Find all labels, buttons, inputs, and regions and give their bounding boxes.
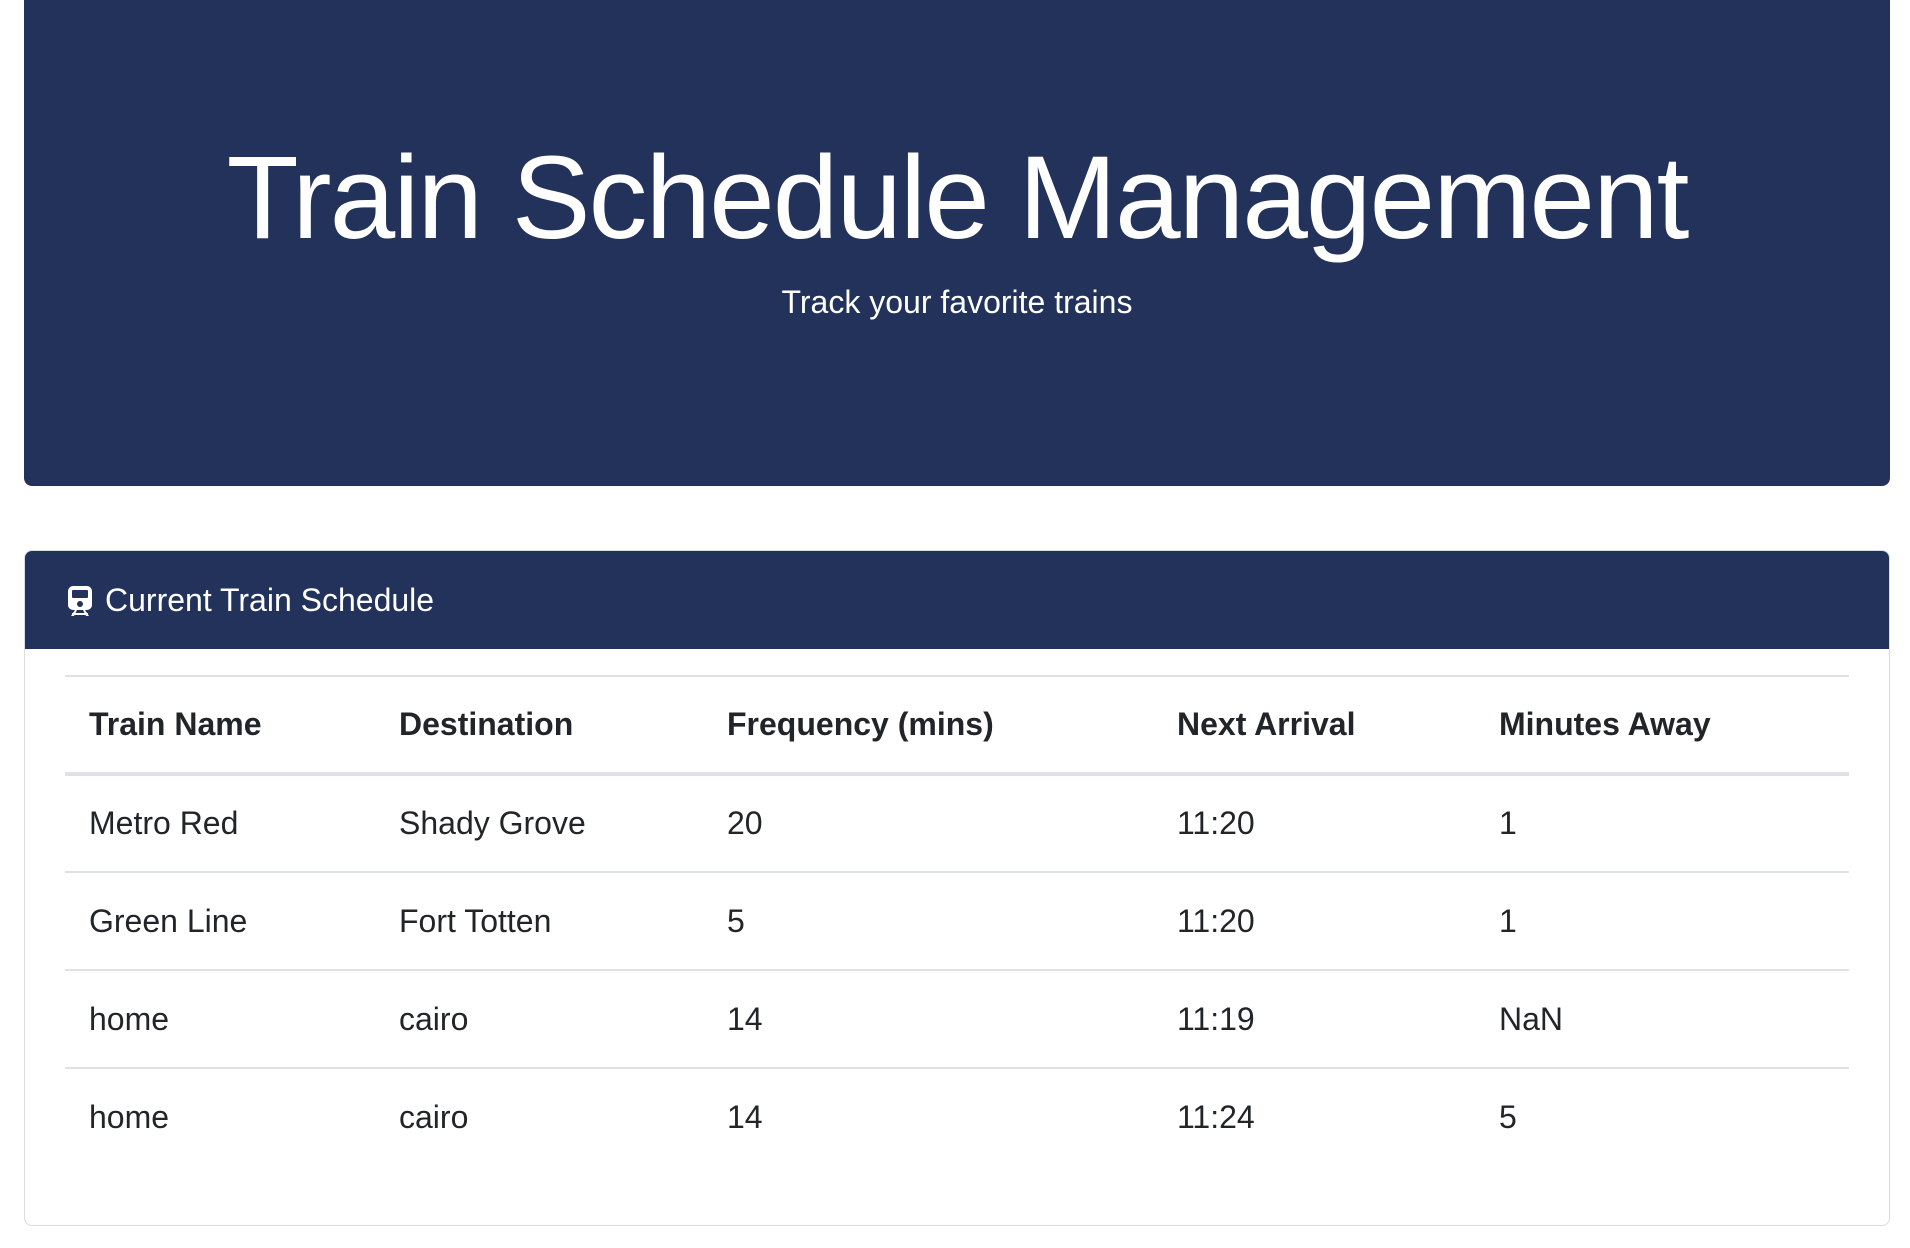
cell-next-arrival: 11:20 bbox=[1177, 902, 1255, 939]
cell-destination: Shady Grove bbox=[399, 805, 586, 841]
cell-minutes-away: 5 bbox=[1499, 1099, 1517, 1135]
page-subtitle: Track your favorite trains bbox=[781, 284, 1133, 320]
cell-train-name: home bbox=[89, 1099, 170, 1135]
schedule-table-body: Metro Red Shady Grove 20 11:20 1 Green L… bbox=[65, 774, 1849, 1166]
schedule-card-header: Current Train Schedule bbox=[25, 551, 1889, 649]
schedule-card-body: Train Name Destination Frequency (mins) … bbox=[25, 649, 1889, 1206]
schedule-card: Current Train Schedule Train Name Destin… bbox=[24, 550, 1890, 1226]
cell-frequency: 14 bbox=[727, 1000, 763, 1037]
cell-train-name: Green Line bbox=[89, 902, 248, 939]
cell-train-name: home bbox=[89, 1000, 170, 1037]
cell-train-name: Metro Red bbox=[89, 805, 239, 841]
column-header-next-arrival: Next Arrival bbox=[1177, 706, 1356, 742]
cell-next-arrival: 11:19 bbox=[1177, 1000, 1255, 1037]
table-row: Metro Red Shady Grove 20 11:20 1 bbox=[65, 774, 1849, 872]
cell-destination: cairo bbox=[399, 1099, 469, 1135]
column-header-minutes-away: Minutes Away bbox=[1499, 706, 1711, 742]
table-header-row: Train Name Destination Frequency (mins) … bbox=[65, 676, 1849, 774]
column-header-train-name: Train Name bbox=[89, 706, 262, 742]
jumbotron-header: Train Schedule Management Track your fav… bbox=[24, 0, 1890, 486]
table-row: home cairo 14 11:24 5 bbox=[65, 1068, 1849, 1166]
page-title: Train Schedule Management bbox=[226, 132, 1690, 264]
cell-next-arrival: 11:20 bbox=[1177, 805, 1255, 841]
cell-frequency: 14 bbox=[727, 1099, 763, 1135]
schedule-table-head: Train Name Destination Frequency (mins) … bbox=[65, 676, 1849, 774]
column-header-destination: Destination bbox=[399, 706, 574, 742]
cell-destination: cairo bbox=[399, 1000, 469, 1037]
schedule-table: Train Name Destination Frequency (mins) … bbox=[65, 675, 1849, 1166]
cell-minutes-away: 1 bbox=[1499, 805, 1517, 841]
column-header-frequency: Frequency (mins) bbox=[727, 706, 994, 742]
cell-frequency: 5 bbox=[727, 902, 745, 939]
table-row: Green Line Fort Totten 5 11:20 1 bbox=[65, 872, 1849, 970]
cell-frequency: 20 bbox=[727, 805, 763, 841]
table-row: home cairo 14 11:19 NaN bbox=[65, 970, 1849, 1068]
train-icon bbox=[65, 585, 95, 617]
page: Train Schedule Management Track your fav… bbox=[0, 0, 1910, 1248]
schedule-card-title: Current Train Schedule bbox=[105, 581, 435, 618]
cell-next-arrival: 11:24 bbox=[1177, 1099, 1255, 1135]
cell-minutes-away: 1 bbox=[1499, 902, 1517, 939]
cell-destination: Fort Totten bbox=[399, 902, 552, 939]
cell-minutes-away: NaN bbox=[1499, 1000, 1564, 1037]
